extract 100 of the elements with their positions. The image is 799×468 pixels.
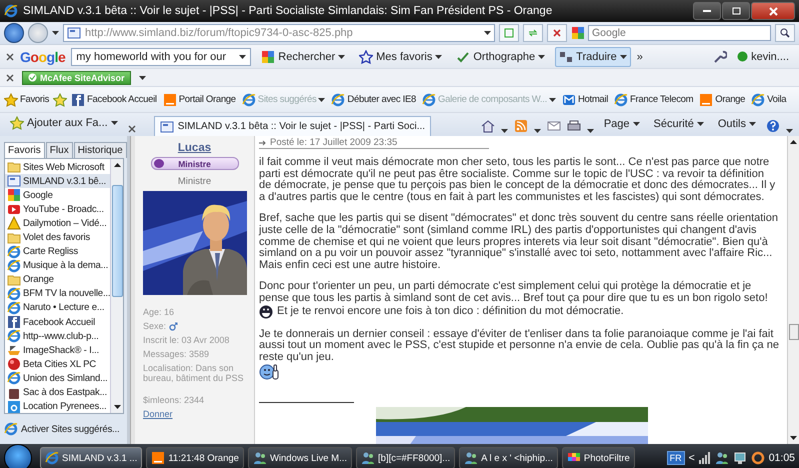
scroll-thumb[interactable] [788, 324, 798, 340]
search-button[interactable] [775, 24, 795, 42]
maximize-button[interactable] [722, 2, 750, 20]
tray-toggle[interactable]: < [688, 452, 695, 464]
caret-icon[interactable] [52, 31, 59, 35]
taskbar-button[interactable]: PhotoFiltre [562, 447, 635, 468]
suggested-sites-link[interactable]: Activer Sites suggérés... [4, 414, 120, 444]
caret-icon[interactable] [786, 129, 793, 133]
taskbar-button[interactable]: SIMLAND v.3.1 ... [40, 447, 142, 468]
caret-icon[interactable] [484, 31, 491, 35]
scroll-down-icon[interactable] [114, 405, 120, 409]
sidebar-tab[interactable]: Flux [46, 142, 73, 158]
toolbar-button[interactable]: Rechercher [257, 46, 350, 66]
favorite-link[interactable]: Débuter avec IE8 [329, 90, 418, 108]
account-button[interactable]: kevin.... [733, 48, 793, 66]
caret-icon[interactable] [500, 129, 508, 133]
favorite-item[interactable]: BFM TV la nouvelle... [5, 286, 110, 301]
favorite-item[interactable]: SIMLAND v.3.1 bê... [5, 174, 110, 188]
favorite-link[interactable]: Portail Orange [160, 90, 238, 108]
favorites-button[interactable]: Favoris [2, 90, 52, 108]
favorite-item[interactable]: Location Pyrenees... [5, 400, 110, 413]
favorite-item[interactable]: YouTube - Broadc... [5, 202, 110, 216]
back-button[interactable] [4, 23, 24, 43]
toolbar-button[interactable]: Mes favoris [355, 46, 446, 66]
more-button[interactable]: » [636, 50, 643, 62]
favorite-item[interactable]: Google [5, 188, 110, 202]
minimize-button[interactable] [693, 2, 721, 20]
favorite-link[interactable]: Orange [697, 90, 748, 108]
close-icon[interactable] [6, 74, 14, 82]
caret-icon[interactable] [534, 129, 541, 133]
caret-icon[interactable] [538, 54, 546, 58]
signal-icon[interactable] [698, 452, 711, 464]
ring-icon[interactable] [750, 451, 765, 465]
add-favorites-button[interactable]: Ajouter aux Fa... [6, 113, 122, 133]
favorite-link[interactable]: Voila [749, 90, 788, 108]
caret-icon[interactable] [620, 54, 627, 58]
scroll-up-icon[interactable] [114, 163, 120, 167]
favorite-item[interactable]: Naruto • Lecture e... [5, 300, 110, 316]
favorite-item[interactable]: Volet des favoris [5, 230, 110, 245]
caret-icon[interactable] [586, 129, 594, 133]
author-name[interactable]: Lucas [178, 142, 212, 154]
caret-icon[interactable] [749, 122, 756, 126]
close-icon[interactable] [6, 52, 14, 60]
search-field[interactable]: Google [588, 25, 771, 41]
network-icon[interactable] [732, 451, 747, 465]
help-icon[interactable] [766, 119, 780, 133]
caret-icon[interactable] [110, 121, 118, 125]
favorite-item[interactable]: Union des Simland... [5, 371, 110, 386]
sidebar-tab[interactable]: Favoris [4, 142, 45, 158]
favorite-item[interactable]: Sites Web Microsoft [5, 160, 110, 174]
taskbar-button[interactable]: A l e x ' <hiphip... [459, 447, 558, 468]
scrollbar[interactable] [110, 159, 123, 413]
add-star-icon[interactable] [53, 92, 68, 106]
refresh-button[interactable] [523, 24, 543, 42]
caret-icon[interactable] [632, 122, 640, 126]
command-menu[interactable]: Outils [714, 115, 760, 133]
scrollbar[interactable] [787, 136, 799, 444]
close-icon[interactable] [128, 125, 136, 133]
favorite-item[interactable]: Carte Regliss [5, 244, 110, 259]
command-menu[interactable]: Page [600, 115, 644, 133]
compatibility-button[interactable] [499, 24, 519, 42]
taskbar-button[interactable]: [b][c=#FF8000]... [356, 447, 456, 468]
caret-icon[interactable] [239, 54, 246, 58]
favorite-item[interactable]: Beta Cities XL PC [5, 357, 110, 372]
wrench-icon[interactable] [713, 50, 728, 64]
star-icon [359, 50, 374, 64]
taskbar-button[interactable]: Windows Live M... [248, 447, 352, 468]
favorite-link[interactable]: Hotmail [560, 90, 610, 108]
favorite-link[interactable]: Facebook Accueil [69, 90, 159, 108]
favorite-item[interactable]: Facebook Accueil [5, 315, 110, 330]
caret-icon[interactable] [435, 54, 442, 58]
toolbar-button[interactable]: Orthographe [452, 46, 550, 66]
toolbar-search-field[interactable]: my homeworld with you for our [71, 48, 252, 66]
start-button[interactable] [4, 444, 32, 468]
caret-icon[interactable] [138, 76, 146, 80]
scroll-down-icon[interactable] [790, 436, 797, 440]
print-icon[interactable] [566, 119, 581, 133]
favorite-item[interactable]: http--www.club-p... [5, 329, 110, 344]
favorite-item[interactable]: ImageShack® - I... [5, 343, 110, 358]
caret-icon[interactable] [696, 122, 704, 126]
caret-icon[interactable] [338, 54, 346, 58]
address-field[interactable]: http://www.simland.biz/forum/ftopic9734-0-asc-825.php [63, 24, 495, 42]
sidebar-tab[interactable]: Historique [74, 142, 127, 158]
language-indicator[interactable]: FR [666, 451, 685, 465]
stop-button[interactable] [547, 24, 567, 42]
close-button[interactable] [751, 2, 795, 20]
donate-link[interactable]: Donner [143, 409, 254, 419]
favorite-item[interactable]: Orange [5, 272, 110, 287]
command-menu[interactable]: Sécurité [650, 115, 708, 133]
taskbar-button[interactable]: 11:21:48 Orange [146, 447, 244, 468]
home-icon[interactable] [480, 119, 495, 133]
browser-tab[interactable]: SIMLAND v.3.1 bêta :: Voir le sujet - |PSS| - Parti Soci... [154, 116, 432, 136]
favorite-item[interactable]: Musique à la dema... [5, 258, 110, 273]
favorite-item[interactable]: Sac à dos Eastpak... [5, 386, 110, 400]
favorite-item[interactable]: Dailymotion – Vidé... [5, 216, 110, 230]
mail-icon[interactable] [546, 119, 561, 133]
toolbar-button[interactable]: Traduire [555, 46, 631, 66]
favorite-link[interactable]: France Telecom [612, 90, 696, 108]
scroll-thumb[interactable] [112, 185, 122, 297]
scroll-up-icon[interactable] [790, 140, 797, 144]
